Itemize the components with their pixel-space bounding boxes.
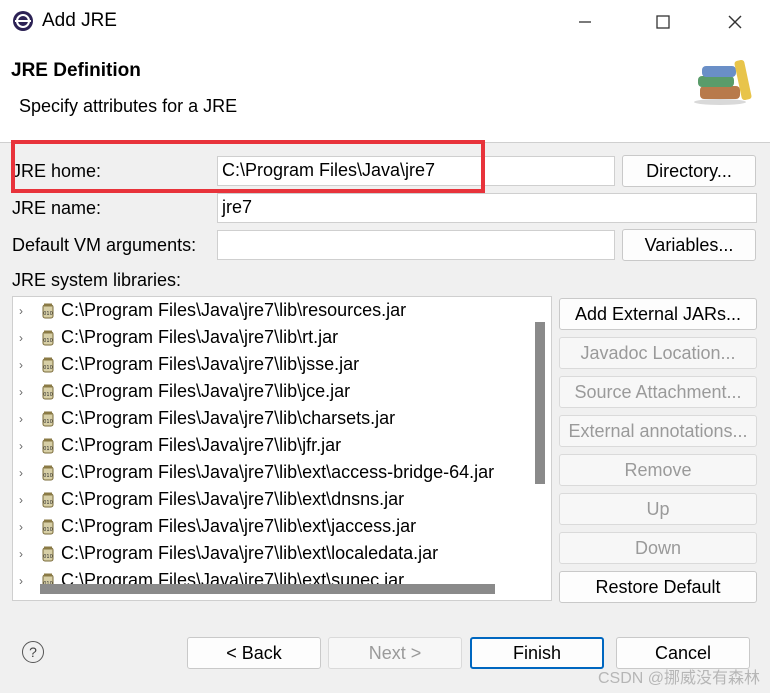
library-path: C:\Program Files\Java\jre7\lib\jce.jar	[61, 381, 351, 401]
maximize-icon[interactable]	[640, 4, 686, 40]
libraries-label: JRE system libraries:	[12, 270, 182, 290]
remove-button[interactable]: Remove	[559, 454, 757, 486]
library-row[interactable]: › 010 C:\Program Files\Java\jre7\lib\jfr.j…	[13, 432, 341, 459]
library-path: C:\Program Files\Java\jre7\lib\ext\acces…	[61, 462, 495, 482]
library-row[interactable]: › 010 C:\Program Files\Java\jre7\lib\jsse.…	[13, 351, 359, 378]
books-icon	[694, 59, 752, 105]
chevron-right-icon[interactable]: ›	[19, 466, 29, 480]
header-subtitle: Specify attributes for a JRE	[19, 96, 238, 116]
external-annotations-button[interactable]: External annotations...	[559, 415, 757, 447]
library-row[interactable]: › 010 C:\Program Files\Java\jre7\lib\ext\l…	[13, 540, 438, 567]
library-path: C:\Program Files\Java\jre7\lib\jsse.jar	[61, 354, 360, 374]
library-path: C:\Program Files\Java\jre7\lib\ext\dnsns…	[61, 489, 405, 509]
library-path: C:\Program Files\Java\jre7\lib\resources…	[61, 300, 407, 320]
library-path: C:\Program Files\Java\jre7\lib\jfr.jar	[61, 435, 342, 455]
jar-icon: 010	[42, 303, 54, 318]
chevron-right-icon[interactable]: ›	[19, 412, 29, 426]
chevron-right-icon[interactable]: ›	[19, 547, 29, 561]
next-button[interactable]: Next >	[328, 637, 462, 669]
jar-icon: 010	[42, 465, 54, 480]
watermark: CSDN @挪威没有森林	[597, 670, 760, 687]
minimize-icon[interactable]	[562, 4, 608, 40]
jar-icon: 010	[42, 519, 54, 534]
jar-icon: 010	[42, 411, 54, 426]
library-path: C:\Program Files\Java\jre7\lib\rt.jar	[61, 327, 339, 347]
directory-button[interactable]: Directory...	[622, 155, 756, 187]
library-row[interactable]: › 010 C:\Program Files\Java\jre7\lib\ext\d…	[13, 486, 404, 513]
highlight-box	[11, 140, 485, 193]
svg-text:010: 010	[43, 554, 53, 560]
library-path: C:\Program Files\Java\jre7\lib\ext\jacce…	[61, 516, 417, 536]
jre-name-label: JRE name:	[12, 198, 102, 218]
chevron-right-icon[interactable]: ›	[19, 520, 29, 534]
chevron-right-icon[interactable]: ›	[19, 574, 29, 588]
close-icon[interactable]	[712, 4, 758, 40]
svg-text:010: 010	[43, 392, 53, 398]
library-path: C:\Program Files\Java\jre7\lib\ext\local…	[61, 543, 439, 563]
svg-text:010: 010	[43, 311, 53, 317]
back-button[interactable]: < Back	[187, 637, 321, 669]
svg-text:010: 010	[43, 527, 53, 533]
library-path: C:\Program Files\Java\jre7\lib\charsets.…	[61, 408, 396, 428]
library-row[interactable]: › 010 C:\Program Files\Java\jre7\lib\rt.ja…	[13, 324, 338, 351]
vm-args-input[interactable]	[217, 230, 615, 260]
library-row[interactable]: › 010 C:\Program Files\Java\jre7\lib\jce.j…	[13, 378, 350, 405]
source-attachment-button[interactable]: Source Attachment...	[559, 376, 757, 408]
header-title: JRE Definition	[11, 60, 141, 81]
chevron-right-icon[interactable]: ›	[19, 331, 29, 345]
svg-text:010: 010	[43, 419, 53, 425]
library-row[interactable]: › 010 C:\Program Files\Java\jre7\lib\ext\a…	[13, 459, 494, 486]
jar-icon: 010	[42, 438, 54, 453]
variables-button[interactable]: Variables...	[622, 229, 756, 261]
jar-icon: 010	[42, 492, 54, 507]
library-row[interactable]: › 010 C:\Program Files\Java\jre7\lib\chars…	[13, 405, 395, 432]
libraries-tree[interactable]: › 010 C:\Program Files\Java\jre7\lib\resou…	[12, 296, 552, 601]
chevron-right-icon[interactable]: ›	[19, 358, 29, 372]
javadoc-location-button[interactable]: Javadoc Location...	[559, 337, 757, 369]
library-row[interactable]: › 010 C:\Program Files\Java\jre7\lib\resou…	[13, 297, 406, 324]
jar-icon: 010	[42, 546, 54, 561]
chevron-right-icon[interactable]: ›	[19, 385, 29, 399]
jar-icon: 010	[42, 330, 54, 345]
vm-args-label: Default VM arguments:	[12, 235, 197, 255]
jar-icon: 010	[42, 384, 54, 399]
library-row[interactable]: › 010 C:\Program Files\Java\jre7\lib\ext\j…	[13, 513, 416, 540]
chevron-right-icon[interactable]: ›	[19, 493, 29, 507]
vertical-scroll-thumb[interactable]	[535, 322, 545, 484]
svg-text:010: 010	[43, 500, 53, 506]
chevron-right-icon[interactable]: ›	[19, 439, 29, 453]
down-button[interactable]: Down	[559, 532, 757, 564]
add-external-jars-button[interactable]: Add External JARs...	[559, 298, 757, 330]
svg-text:010: 010	[43, 473, 53, 479]
finish-button[interactable]: Finish	[470, 637, 604, 669]
chevron-right-icon[interactable]: ›	[19, 304, 29, 318]
horizontal-scroll-thumb[interactable]	[40, 584, 495, 594]
svg-text:010: 010	[43, 365, 53, 371]
svg-text:010: 010	[43, 338, 53, 344]
up-button[interactable]: Up	[559, 493, 757, 525]
eclipse-app-icon	[13, 11, 33, 31]
dialog-header	[0, 44, 770, 143]
restore-default-button[interactable]: Restore Default	[559, 571, 757, 603]
svg-text:010: 010	[43, 446, 53, 452]
jar-icon: 010	[42, 357, 54, 372]
help-icon[interactable]: ?	[22, 641, 44, 663]
jre-name-input[interactable]: jre7	[217, 193, 757, 223]
window-title: Add JRE	[42, 10, 117, 31]
